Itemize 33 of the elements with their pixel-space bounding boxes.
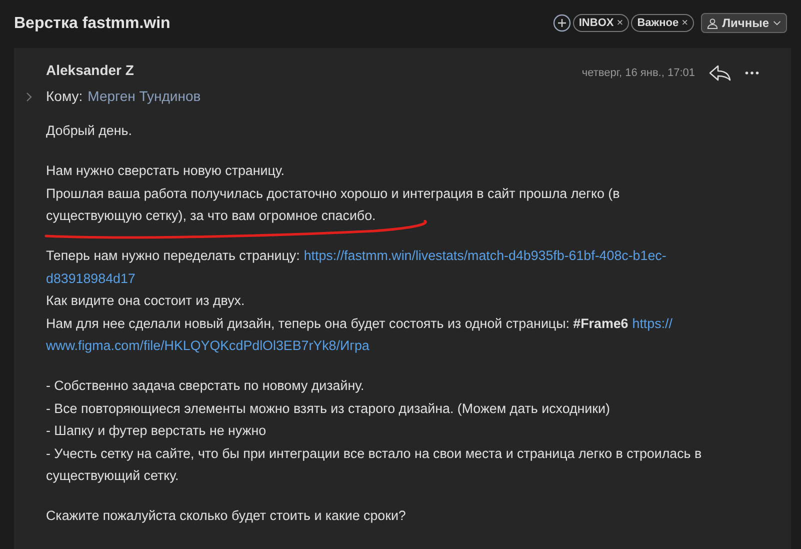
sender-name: Aleksander Z (46, 62, 134, 78)
reply-icon[interactable] (709, 65, 731, 81)
add-icon[interactable] (552, 14, 571, 32)
body-text: Как видите она состоит из двух. (46, 292, 245, 310)
message-date: четверг, 16 янв., 17:01 (582, 67, 695, 79)
person-icon (707, 18, 718, 28)
recipient-label: Кому: (46, 88, 83, 104)
account-button[interactable]: Личные (701, 13, 787, 33)
body-text: - Собственно задача сверстать по новому дизайну. (46, 377, 364, 395)
body-text: Нам для нее сделали новый дизайн, теперь она будет состоять из одной страницы: #Frame6 (46, 314, 628, 333)
chevron-down-icon (773, 20, 781, 26)
body-text: Нам нужно сверстать новую страницу. (46, 162, 284, 180)
link[interactable]: https:// (632, 312, 672, 335)
tag-chip[interactable]: Важное × (631, 14, 694, 32)
body-text: - Шапку и футер верстать не нужно (46, 422, 266, 440)
email-subject: Верстка fastmm.win (14, 15, 170, 33)
body-text: существующую сетку), за что вам огромное спасибо. (46, 207, 376, 225)
tag-chip[interactable]: INBOX × (572, 14, 630, 32)
body-text: Прошлая ваша работа получилась достаточно хорошо и интеграция в сайт прошла легко (в (46, 184, 620, 203)
remove-tag-button[interactable]: × (682, 17, 688, 29)
link[interactable]: d83918984d17 (46, 268, 136, 290)
recipient-name[interactable]: Мерген Тундинов (88, 88, 201, 104)
more-icon[interactable] (745, 71, 759, 75)
link[interactable]: www.figma.com/file/HKLQYQKcdPdlOl3EB7rYk8/Игра (46, 335, 370, 358)
body-text: Теперь нам нужно переделать страницу: (46, 247, 300, 265)
remove-tag-button[interactable]: × (616, 17, 624, 29)
body-text: Скажите пожалуйста сколько будет стоить и какие сроки? (46, 507, 406, 525)
body-text: - Все повторяющиеся элементы можно взять из старого дизайна. (Можем дать исходники) (46, 400, 610, 418)
link[interactable]: https://fastmm.win/livestats/match-d4b935fb-61bf-408c-b1ec- (304, 245, 666, 268)
body-text: Добрый день. (46, 122, 132, 140)
chevron-right-icon[interactable] (26, 92, 32, 102)
body-text: существующий сетку. (46, 467, 179, 485)
body-text: - Учесть сетку на сайте, что бы при интеграции все встало на свои места и страница легко в строилась в (46, 444, 702, 463)
